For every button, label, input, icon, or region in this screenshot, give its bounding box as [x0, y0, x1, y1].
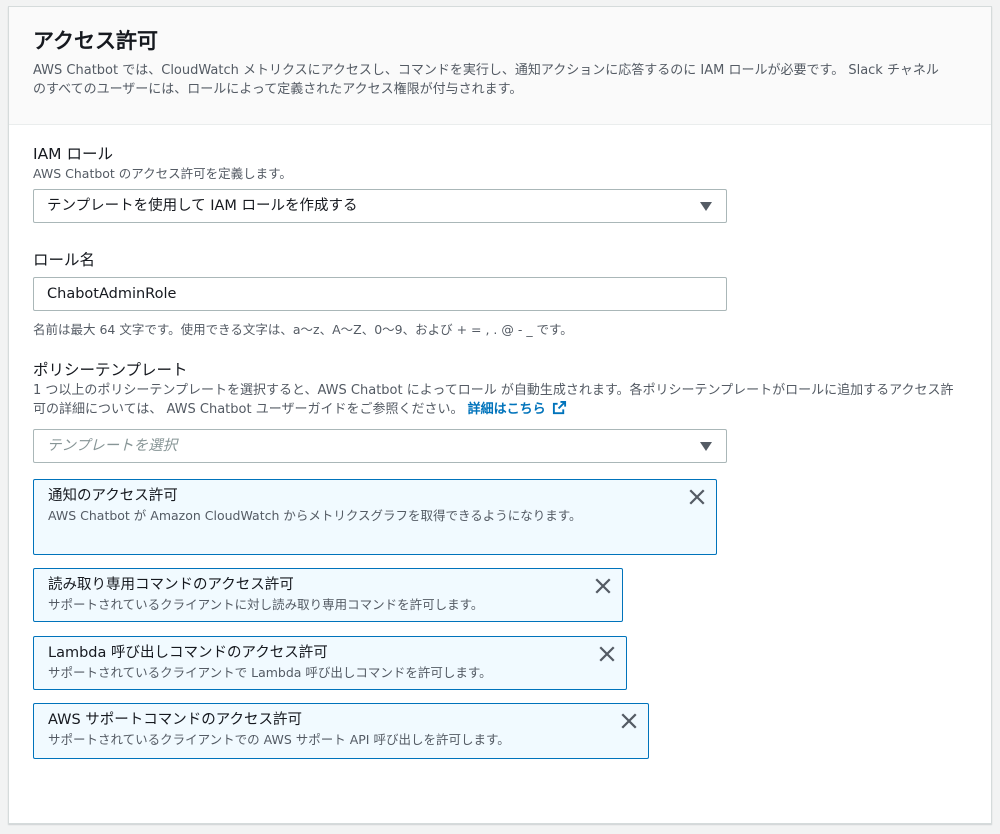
caret-down-icon: [700, 202, 712, 211]
policy-token-aws-support: AWS サポートコマンドのアクセス許可 サポートされているクライアントでの AW…: [33, 703, 649, 759]
token-title: 通知のアクセス許可: [48, 488, 178, 504]
policy-templates-label: ポリシーテンプレート: [33, 361, 188, 379]
close-icon[interactable]: [620, 712, 638, 730]
iam-role-field: IAM ロール AWS Chatbot のアクセス許可を定義します。 テンプレー…: [33, 143, 967, 223]
learn-more-link-text: 詳細はこちら: [467, 402, 546, 417]
policy-token-lambda: Lambda 呼び出しコマンドのアクセス許可 サポートされているクライアントで …: [33, 636, 627, 690]
policy-template-placeholder: テンプレートを選択: [47, 438, 178, 454]
token-description: AWS Chatbot が Amazon CloudWatch からメトリクスグ…: [48, 508, 582, 523]
policy-token-read-only: 読み取り専用コマンドのアクセス許可 サポートされているクライアントに対し読み取り…: [33, 568, 623, 622]
iam-role-selected-value: テンプレートを使用して IAM ロールを作成する: [47, 198, 358, 214]
panel-header: アクセス許可 AWS Chatbot では、CloudWatch メトリクスにア…: [9, 7, 991, 125]
role-name-field: ロール名 ChabotAdminRole 名前は最大 64 文字です。使用できる…: [33, 249, 967, 339]
role-name-constraint: 名前は最大 64 文字です。使用できる文字は、a〜z、A〜Z、0〜9、および +…: [33, 322, 573, 337]
role-name-input[interactable]: ChabotAdminRole: [33, 277, 727, 311]
close-icon[interactable]: [598, 645, 616, 663]
close-icon[interactable]: [688, 488, 706, 506]
token-description: サポートされているクライアントでの AWS サポート API 呼び出しを許可しま…: [48, 732, 510, 747]
policy-token-notification: 通知のアクセス許可 AWS Chatbot が Amazon CloudWatc…: [33, 479, 717, 555]
panel-title: アクセス許可: [33, 29, 158, 53]
caret-down-icon: [700, 442, 712, 451]
role-name-label: ロール名: [33, 251, 96, 269]
close-icon[interactable]: [594, 577, 612, 595]
policy-template-select[interactable]: テンプレートを選択: [33, 429, 727, 463]
iam-role-label: IAM ロール: [33, 145, 113, 163]
panel-description: AWS Chatbot では、CloudWatch メトリクスにアクセスし、コマ…: [33, 63, 939, 97]
iam-role-select[interactable]: テンプレートを使用して IAM ロールを作成する: [33, 189, 727, 223]
learn-more-link[interactable]: 詳細はこちら: [467, 400, 567, 417]
token-description: サポートされているクライアントに対し読み取り専用コマンドを許可します。: [48, 597, 484, 612]
token-title: AWS サポートコマンドのアクセス許可: [48, 712, 303, 728]
token-title: 読み取り専用コマンドのアクセス許可: [48, 577, 294, 593]
external-link-icon: [552, 400, 566, 415]
token-title: Lambda 呼び出しコマンドのアクセス許可: [48, 645, 328, 661]
policy-templates-field: ポリシーテンプレート 1 つ以上のポリシーテンプレートを選択すると、AWS Ch…: [33, 359, 967, 759]
policy-templates-description: 1 つ以上のポリシーテンプレートを選択すると、AWS Chatbot によってロ…: [33, 381, 963, 419]
iam-role-description: AWS Chatbot のアクセス許可を定義します。: [33, 166, 292, 181]
token-description: サポートされているクライアントで Lambda 呼び出しコマンドを許可します。: [48, 665, 492, 680]
panel-body: IAM ロール AWS Chatbot のアクセス許可を定義します。 テンプレー…: [9, 125, 991, 759]
access-permissions-panel: アクセス許可 AWS Chatbot では、CloudWatch メトリクスにア…: [8, 6, 992, 824]
